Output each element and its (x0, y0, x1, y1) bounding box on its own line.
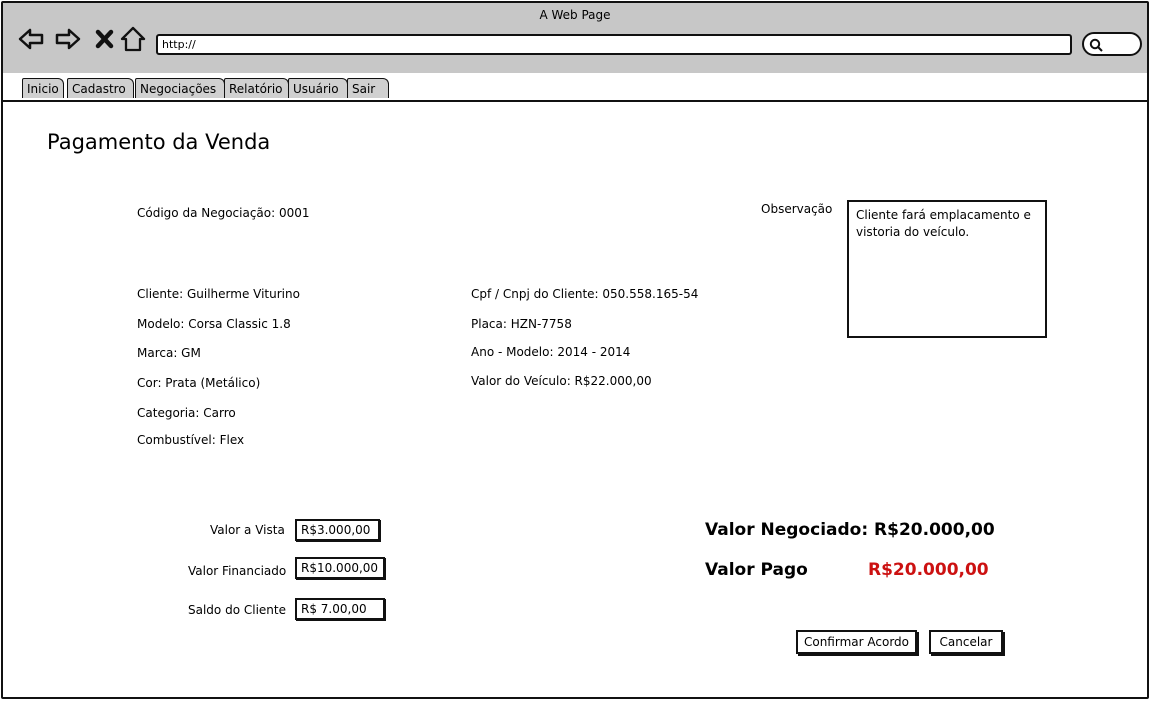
tab-usuario[interactable]: Usuário (288, 78, 348, 98)
page-title: Pagamento da Venda (47, 130, 271, 154)
window-title: A Web Page (539, 8, 611, 22)
paid-value: R$20.000,00 (868, 560, 989, 580)
client-name: Cliente: Guilherme Viturino (137, 287, 300, 301)
confirm-agreement-button[interactable]: Confirmar Acordo (796, 630, 917, 654)
tab-relatorio[interactable]: Relatório (224, 78, 289, 98)
search-box[interactable] (1082, 32, 1142, 56)
vehicle-color: Cor: Prata (Metálico) (137, 376, 261, 390)
search-icon (1089, 38, 1103, 52)
vehicle-fuel: Combustível: Flex (137, 433, 245, 447)
observation-textarea[interactable]: Cliente fará emplacamento e vistoria do … (847, 200, 1047, 338)
vehicle-plate: Placa: HZN-7758 (471, 317, 572, 331)
vehicle-value: Valor do Veículo: R$22.000,00 (471, 374, 652, 388)
client-balance-input[interactable]: R$ 7.00,00 (295, 598, 385, 620)
observation-label: Observação (761, 202, 833, 216)
tab-bar: Inicio Cadastro Negociações Relatório Us… (3, 73, 1147, 102)
negotiation-code: Código da Negociação: 0001 (137, 206, 310, 220)
vehicle-brand: Marca: GM (137, 346, 201, 360)
vehicle-year: Ano - Modelo: 2014 - 2014 (471, 345, 631, 359)
paid-label: Valor Pago (705, 560, 808, 580)
address-bar[interactable]: http:// (156, 34, 1072, 55)
vehicle-model: Modelo: Corsa Classic 1.8 (137, 317, 291, 331)
negotiated-total: Valor Negociado: R$20.000,00 (705, 520, 995, 540)
browser-chrome: A Web Page http:// (3, 3, 1147, 75)
stop-icon[interactable] (91, 25, 119, 53)
tab-sair[interactable]: Sair (347, 78, 389, 98)
cash-value-input[interactable]: R$3.000,00 (295, 519, 380, 541)
client-balance-label: Saldo do Cliente (188, 603, 286, 617)
back-icon[interactable] (17, 25, 45, 53)
client-cpf: Cpf / Cnpj do Cliente: 050.558.165-54 (471, 287, 699, 301)
home-icon[interactable] (119, 25, 147, 53)
cancel-button[interactable]: Cancelar (929, 630, 1003, 654)
forward-icon[interactable] (54, 25, 82, 53)
financed-value-input[interactable]: R$10.000,00 (295, 557, 385, 579)
tab-negociacoes[interactable]: Negociações (135, 78, 225, 98)
financed-value-label: Valor Financiado (188, 564, 287, 578)
vehicle-category: Categoria: Carro (137, 406, 236, 420)
tab-inicio[interactable]: Inicio (22, 78, 64, 98)
cash-value-label: Valor a Vista (210, 523, 285, 537)
tab-cadastro[interactable]: Cadastro (67, 78, 134, 98)
